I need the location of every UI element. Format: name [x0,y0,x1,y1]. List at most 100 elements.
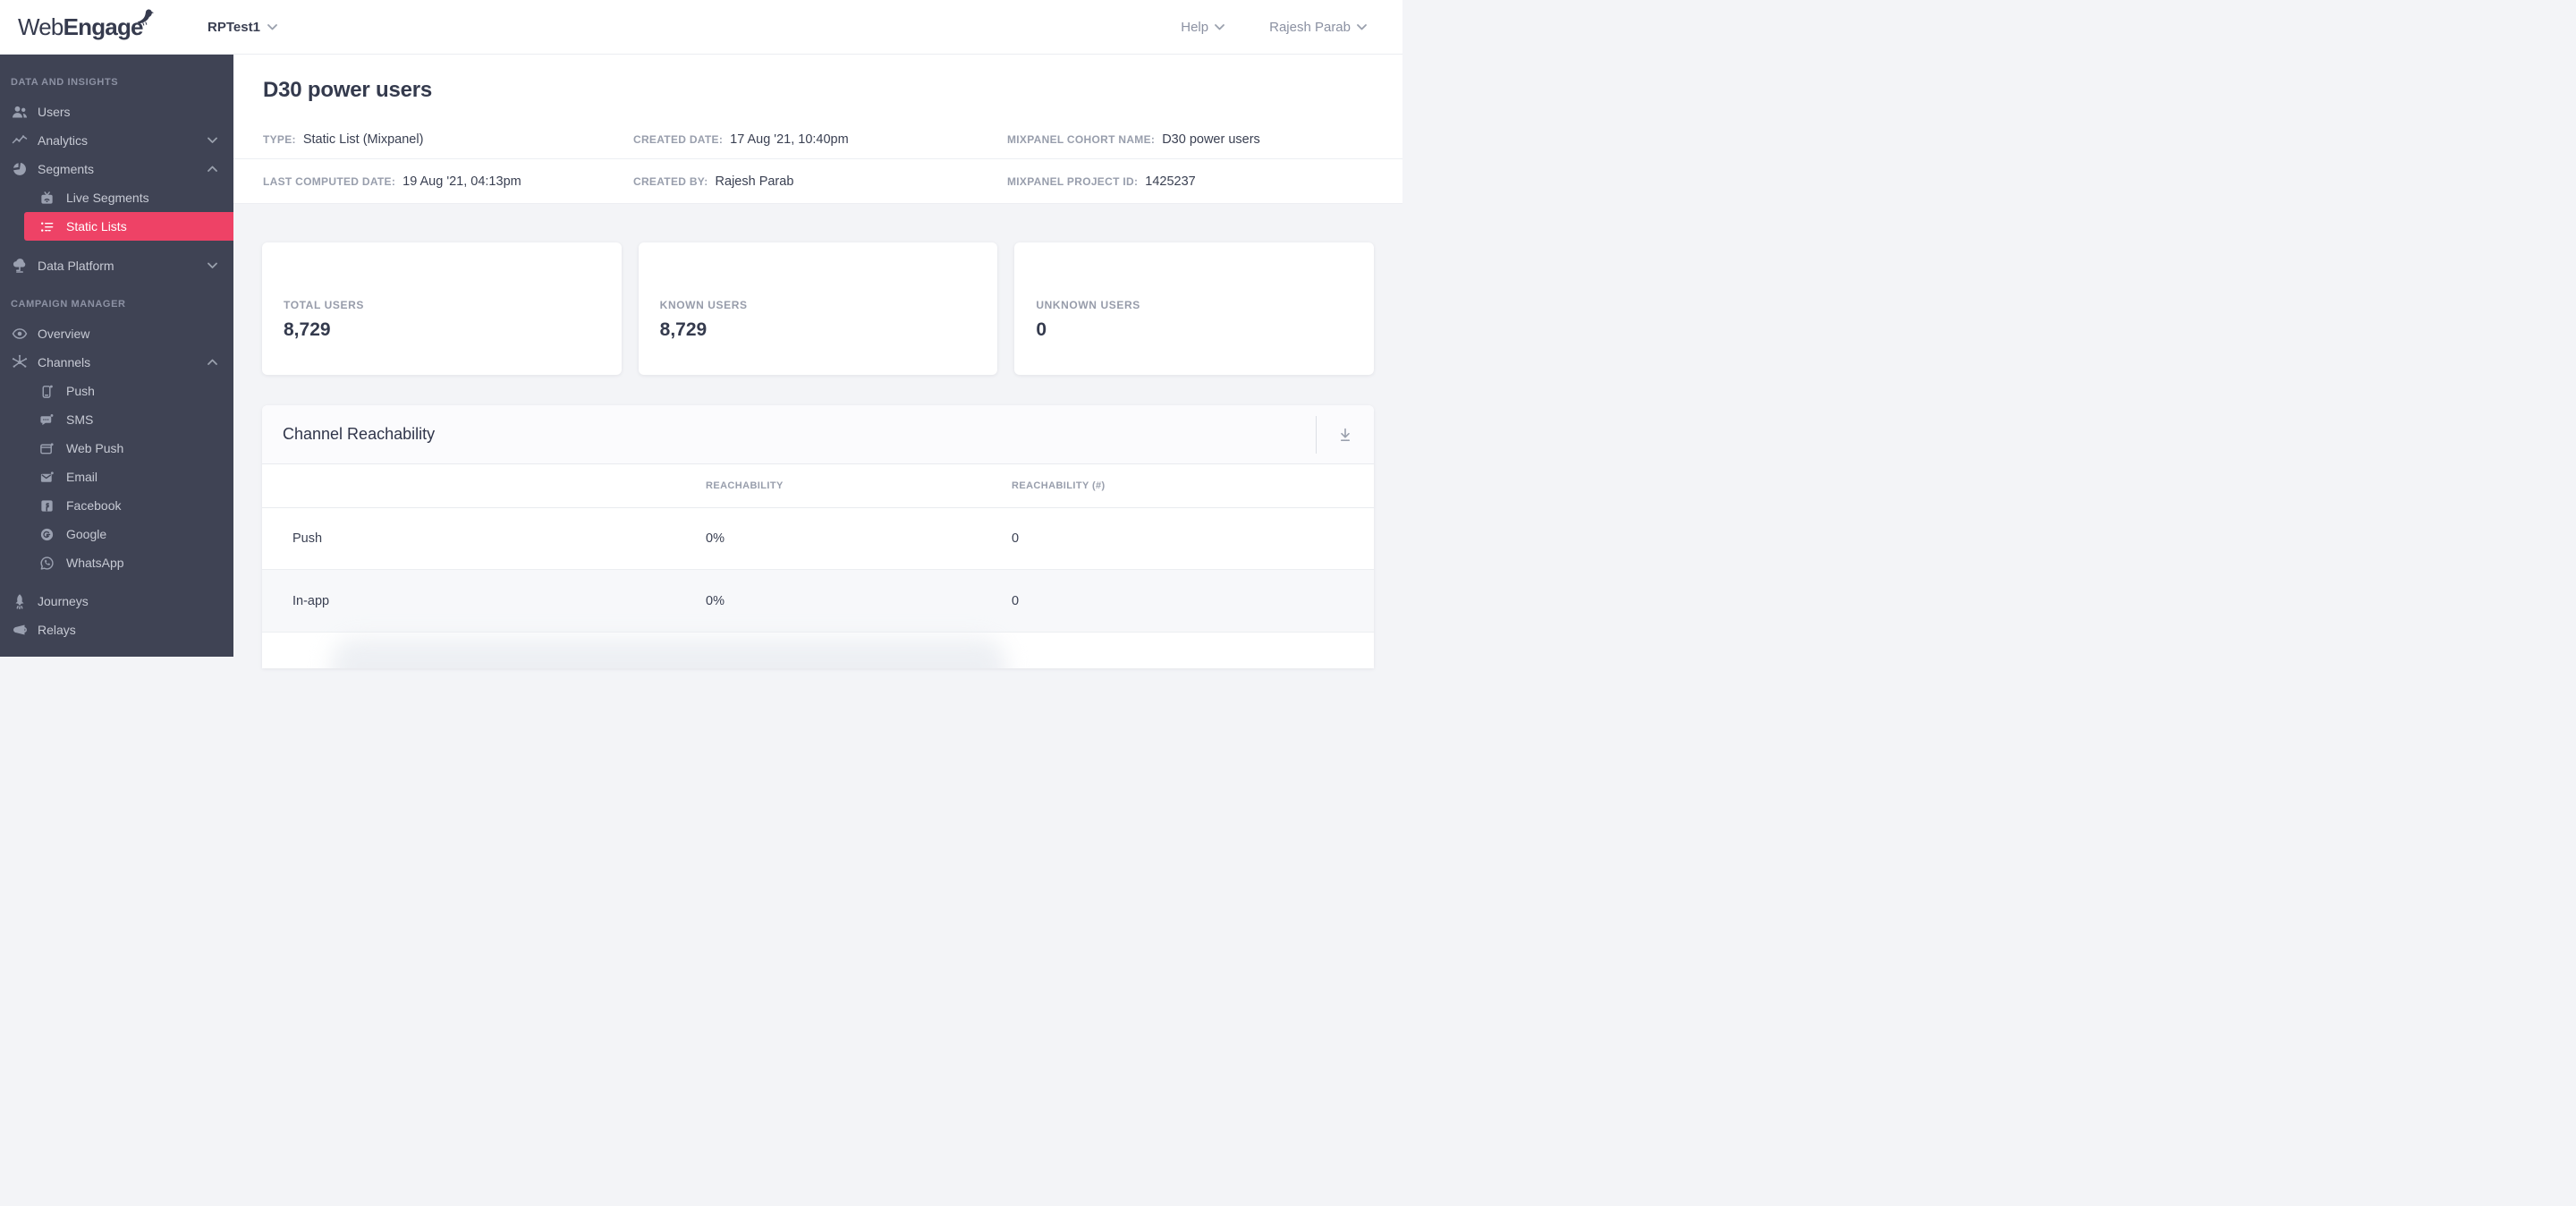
sidebar-item-label: Channels [38,355,91,369]
sidebar-item-channels[interactable]: Channels [0,348,233,377]
sidebar-item-whatsapp[interactable]: WhatsApp [0,548,233,577]
meta-value: 17 Aug '21, 10:40pm [730,132,849,147]
meta-type: TYPE: Static List (Mixpanel) [263,132,633,147]
column-header-reachability-count: REACHABILITY (#) [1012,480,1106,491]
cell-reachability: 0% [706,531,724,546]
static-lists-icon [38,217,55,235]
workspace-selector[interactable]: RPTest1 [208,20,277,35]
push-icon [38,382,55,400]
meta-label: CREATED BY: [633,174,708,188]
meta-value: Rajesh Parab [715,174,794,189]
whatsapp-icon [38,554,55,572]
meta-created-date: CREATED DATE: 17 Aug '21, 10:40pm [633,132,1007,147]
meta-value: 1425237 [1145,174,1196,189]
sidebar-item-relays[interactable]: Relays [0,616,233,644]
chevron-down-icon [1215,23,1225,30]
google-icon [38,525,55,543]
sidebar-item-label: Journeys [38,594,89,608]
panel-header: Channel Reachability [262,405,1374,464]
sidebar-item-overview[interactable]: Overview [0,319,233,348]
help-label: Help [1181,19,1209,35]
channels-icon [11,353,29,371]
cell-channel: In-app [292,593,330,608]
sidebar-item-label: Static Lists [66,219,127,234]
sidebar-item-analytics[interactable]: Analytics [0,126,233,155]
meta-created-by: CREATED BY: Rajesh Parab [633,174,1007,189]
stat-cards: TOTAL USERS 8,729 KNOWN USERS 8,729 UNKN… [262,242,1375,375]
sidebar-section-campaign-manager: CAMPAIGN MANAGER [11,299,126,310]
help-menu[interactable]: Help [1181,19,1225,35]
sidebar-item-email[interactable]: Email [0,463,233,491]
sidebar-item-label: Analytics [38,133,89,148]
meta-last-computed-date: LAST COMPUTED DATE: 19 Aug '21, 04:13pm [263,174,633,189]
table-row-in-app: In-app 0% 0 [262,570,1374,633]
sidebar-item-facebook[interactable]: Facebook [0,491,233,520]
cell-reachability: 0% [706,593,724,608]
sidebar-item-label: Relays [38,623,76,637]
stat-value: 8,729 [284,318,331,340]
cell-channel: Push [292,531,323,546]
sidebar-item-sms[interactable]: SMS [0,405,233,434]
sidebar-item-web-push[interactable]: Web Push [0,434,233,463]
segments-icon [11,160,29,178]
stat-label: TOTAL USERS [284,298,364,311]
sidebar-item-live-segments[interactable]: Live Segments [0,183,233,212]
sidebar-item-push[interactable]: Push [0,377,233,405]
chevron-down-icon [208,137,217,143]
overview-icon [11,325,29,343]
webengage-logo[interactable]: WebEngage [18,9,155,40]
sidebar-item-label: SMS [66,412,94,427]
meta-value: Static List (Mixpanel) [302,132,424,147]
user-menu[interactable]: Rajesh Parab [1269,20,1367,35]
meta-mixpanel-project-id: MIXPANEL PROJECT ID: 1425237 [1007,174,1402,189]
metadata-row-1: TYPE: Static List (Mixpanel) CREATED DAT… [233,120,1402,159]
user-name: Rajesh Parab [1269,19,1351,35]
sidebar-item-label: Email [66,470,98,484]
sidebar-item-label: Segments [38,162,95,176]
main-content: D30 power users TYPE: Static List (Mixpa… [233,55,1402,668]
sidebar-item-label: Google [66,527,107,541]
sidebar-item-label: Facebook [66,498,122,513]
chevron-down-icon [1357,23,1367,30]
table-row-partial [262,633,1374,668]
stat-label: UNKNOWN USERS [1036,298,1140,311]
live-segments-icon [38,189,55,207]
journeys-icon [11,592,29,610]
meta-label: MIXPANEL PROJECT ID: [1007,174,1139,188]
webengage-bird-icon [137,9,155,26]
sidebar-item-label: Users [38,105,71,119]
channel-reachability-panel: Channel Reachability REACHABILITY REACHA… [262,405,1374,668]
sidebar-item-static-lists[interactable]: Static Lists [24,212,233,241]
sidebar-item-google[interactable]: Google [0,520,233,548]
cell-reachability-count: 0 [1012,593,1020,608]
workspace-name: RPTest1 [208,19,260,35]
page-header: D30 power users TYPE: Static List (Mixpa… [233,55,1402,204]
column-header-reachability: REACHABILITY [706,480,784,491]
brand-text-web: Web [18,13,64,40]
stat-label: KNOWN USERS [659,298,748,311]
meta-mixpanel-cohort-name: MIXPANEL COHORT NAME: D30 power users [1007,132,1402,147]
chevron-down-icon [267,23,277,30]
sidebar-item-users[interactable]: Users [0,98,233,126]
page-title: D30 power users [263,78,433,102]
meta-label: TYPE: [263,132,296,146]
stat-value: 8,729 [659,318,708,340]
data-platform-icon [11,257,29,275]
relays-icon [11,621,29,639]
brand-text-engage: Engage [63,13,144,40]
metadata-row-2: LAST COMPUTED DATE: 19 Aug '21, 04:13pm … [233,159,1402,204]
sidebar-item-journeys[interactable]: Journeys [0,587,233,616]
sidebar-item-data-platform[interactable]: Data Platform [0,251,233,280]
table-row-push: Push 0% 0 [262,508,1374,570]
web-push-icon [38,439,55,457]
email-icon [38,468,55,486]
meta-label: CREATED DATE: [633,132,724,146]
sidebar-item-segments[interactable]: Segments [0,155,233,183]
facebook-icon [38,497,55,514]
sidebar-item-label: Live Segments [66,191,149,205]
download-button[interactable] [1317,405,1374,464]
cell-reachability-count: 0 [1012,531,1020,546]
sidebar-item-label: Overview [38,327,90,341]
panel-title: Channel Reachability [283,425,436,443]
meta-label: MIXPANEL COHORT NAME: [1007,132,1156,146]
